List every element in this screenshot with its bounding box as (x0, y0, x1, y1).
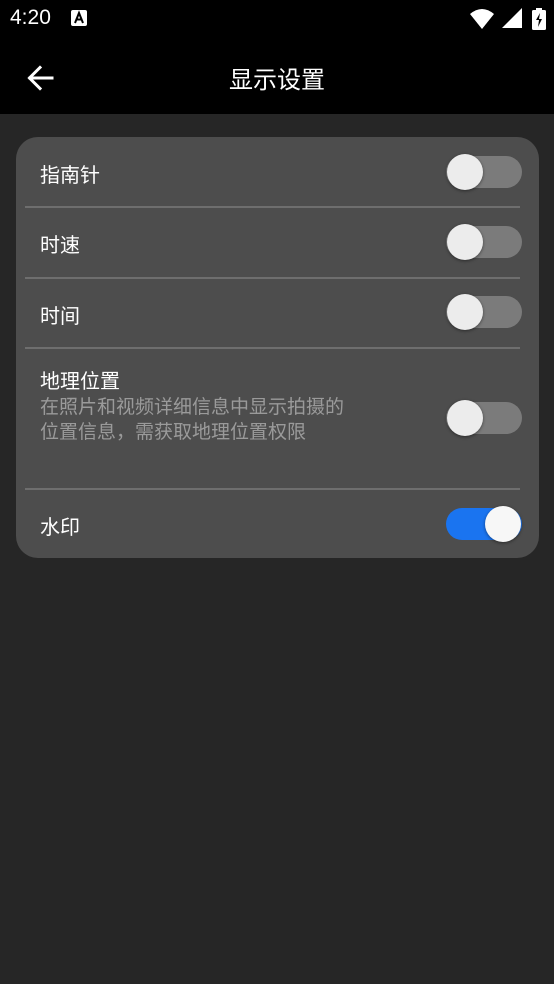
setting-row-compass[interactable]: 指南针 (16, 137, 539, 206)
setting-label-speed: 时速 (40, 233, 80, 257)
setting-row-speed[interactable]: 时速 (16, 208, 539, 277)
settings-card: 指南针 时速 时间 地理位置 在照片和视频详细信息中显示拍摄的位置信息，需获取地… (16, 137, 539, 558)
cell-signal-icon (502, 8, 522, 28)
time-toggle[interactable] (446, 293, 522, 331)
font-a-icon (71, 10, 87, 26)
setting-description-location: 在照片和视频详细信息中显示拍摄的位置信息，需获取地理位置权限 (40, 396, 345, 443)
setting-label-watermark: 水印 (40, 515, 80, 539)
setting-row-watermark[interactable]: 水印 (16, 490, 539, 558)
toggle-thumb (447, 400, 483, 436)
location-toggle[interactable] (446, 399, 522, 437)
compass-toggle[interactable] (446, 153, 522, 191)
wifi-icon (470, 9, 494, 29)
app-bar: 显示设置 (0, 38, 554, 114)
setting-label-location: 地理位置 (40, 369, 120, 393)
setting-label-compass: 指南针 (40, 163, 100, 187)
speed-toggle[interactable] (446, 223, 522, 261)
setting-label-time: 时间 (40, 304, 80, 328)
toggle-thumb (485, 506, 521, 542)
watermark-toggle[interactable] (446, 505, 522, 543)
page-title: 显示设置 (229, 66, 325, 94)
setting-row-time[interactable]: 时间 (16, 279, 539, 348)
status-time: 4:20 (10, 6, 51, 29)
toggle-thumb (447, 154, 483, 190)
toggle-thumb (447, 294, 483, 330)
battery-charging-icon (532, 8, 546, 30)
status-bar: 4:20 (0, 0, 554, 38)
toggle-thumb (447, 224, 483, 260)
